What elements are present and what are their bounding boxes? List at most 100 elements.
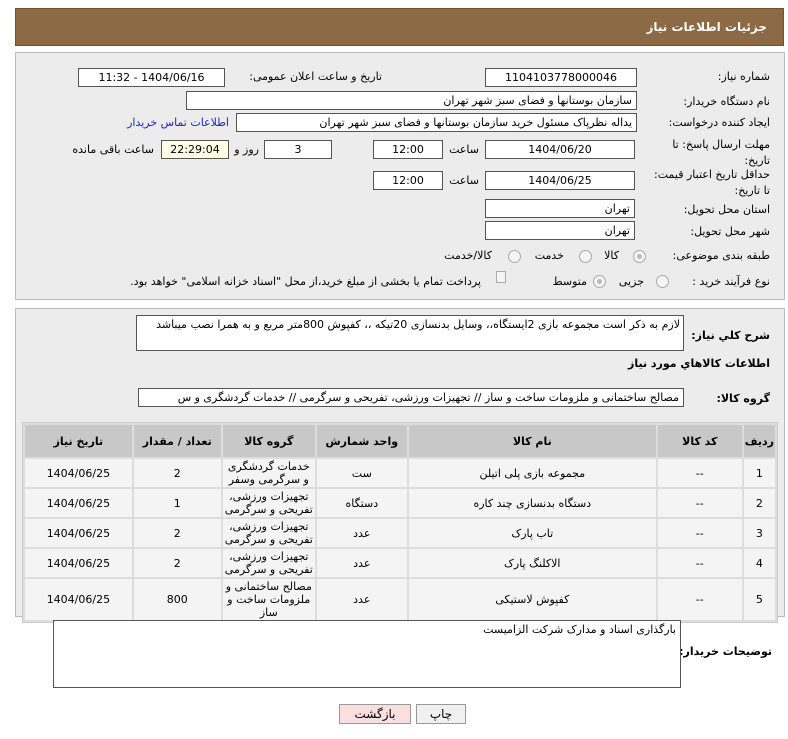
column-header: تاریخ نیاز (25, 425, 132, 457)
table-row: 5 -- کفپوش لاستیکی عدد مصالح ساختمانی و ملزو… (25, 579, 775, 620)
city-label: شهر محل تحویل: (690, 225, 770, 238)
column-header: کد کالا (657, 425, 742, 457)
table-cell: 1404/06/25 (25, 579, 132, 620)
announce-label: تاریخ و ساعت اعلان عمومی: (249, 70, 382, 83)
category-label: طبقه بندی موضوعی: (672, 249, 770, 262)
table-row: 1 -- مجموعه بازی پلی اتیلن ست خدمات گردشگری … (25, 459, 775, 487)
validity-time-label: ساعت (449, 174, 479, 187)
table-cell: تاب پارک (408, 519, 656, 547)
table-cell: مصالح ساختمانی و ملزومات ساخت و ساز (222, 579, 315, 620)
table-cell: 4 (743, 549, 775, 577)
page-header: جزئیات اطلاعات نیاز (15, 8, 784, 46)
table-cell: عدد (316, 519, 407, 547)
category-radio-service[interactable] (579, 250, 592, 263)
table-cell: مجموعه بازی پلی اتیلن (408, 459, 656, 487)
process-option-minor: جزیی (618, 275, 644, 288)
category-option-both: کالا/خدمت (444, 249, 492, 262)
table-row: 2 -- دستگاه بدنسازی چند کاره دستگاه تجهیزات … (25, 489, 775, 517)
goods-group-field: مصالح ساختمانی و ملزومات ساخت و ساز // ت… (138, 388, 684, 407)
need-number-field: 1104103778000046 (485, 68, 637, 87)
remaining-time-field: 22:29:04 (161, 140, 229, 159)
table-row: 4 -- الاکلنگ پارک عدد تجهیزات ورزشی، تفریحی … (25, 549, 775, 577)
table-cell: دستگاه بدنسازی چند کاره (408, 489, 656, 517)
creator-field: یداله نظرپاک مسئول خرید سازمان بوستانها … (236, 113, 637, 132)
table-cell: -- (657, 459, 742, 487)
category-radio-goods[interactable] (633, 250, 646, 263)
table-cell: 1 (743, 459, 775, 487)
table-cell: -- (657, 519, 742, 547)
validity-label: حداقل تاریخ اعتبار قیمت: تا تاریخ: (654, 168, 770, 197)
validity-date-field: 1404/06/25 (485, 171, 635, 190)
table-cell: تجهیزات ورزشی، تفریحی و سرگرمی (222, 519, 315, 547)
table-cell: ست (316, 459, 407, 487)
goods-section-title: اطلاعات کالاهاي مورد نیاز (628, 357, 770, 370)
need-info-panel: شماره نیاز: 1104103778000046 تاریخ و ساع… (15, 52, 785, 300)
table-cell: 1404/06/25 (25, 489, 132, 517)
table-cell: عدد (316, 579, 407, 620)
table-cell: 2 (133, 519, 221, 547)
table-cell: -- (657, 549, 742, 577)
category-radio-both[interactable] (508, 250, 521, 263)
deadline-time-label: ساعت (449, 143, 479, 156)
goods-table: ردیف کد کالا نام کالا واحد شمارش گروه کا… (22, 422, 778, 623)
process-option-medium: متوسط (552, 275, 587, 288)
table-cell: 800 (133, 579, 221, 620)
table-cell: خدمات گردشگری و سرگرمی وسفر (222, 459, 315, 487)
table-cell: -- (657, 489, 742, 517)
goods-panel: شرح کلي نیاز: لازم به ذکر است مجموعه باز… (15, 308, 785, 623)
page-title: جزئیات اطلاعات نیاز (646, 20, 767, 34)
need-number-label: شماره نیاز: (717, 70, 770, 83)
table-row: 3 -- تاب پارک عدد تجهیزات ورزشی، تفریحی و سر… (25, 519, 775, 547)
deadline-time-field: 12:00 (373, 140, 443, 159)
city-field: تهران (485, 221, 635, 240)
table-cell: 3 (743, 519, 775, 547)
table-cell: 5 (743, 579, 775, 620)
table-cell: 2 (133, 549, 221, 577)
buyer-notes-label: توضیحات خریدار: (679, 645, 772, 658)
table-cell: کفپوش لاستیکی (408, 579, 656, 620)
column-header: واحد شمارش (316, 425, 407, 457)
contact-buyer-link[interactable]: اطلاعات تماس خریدار (127, 116, 229, 129)
table-cell: 1404/06/25 (25, 459, 132, 487)
validity-time-field: 12:00 (373, 171, 443, 190)
days-label: روز و (234, 143, 259, 156)
province-field: تهران (485, 199, 635, 218)
buyer-field: سازمان بوستانها و فضای سبز شهر تهران (186, 91, 637, 110)
column-header: ردیف (743, 425, 775, 457)
deadline-date-field: 1404/06/20 (485, 140, 635, 159)
column-header: گروه کالا (222, 425, 315, 457)
buyer-notes-field[interactable]: بارگذاری اسناد و مدارک شرکت الزامیست (53, 620, 681, 688)
process-radio-medium[interactable] (593, 275, 606, 288)
print-button[interactable]: چاپ (416, 704, 466, 724)
creator-label: ایجاد کننده درخواست: (668, 116, 770, 129)
table-cell: 1404/06/25 (25, 519, 132, 547)
category-option-service: خدمت (534, 249, 564, 262)
table-cell: 1404/06/25 (25, 549, 132, 577)
payment-checkbox[interactable] (496, 271, 506, 283)
payment-note: پرداخت تمام یا بخشی از مبلغ خرید،از محل … (130, 275, 481, 288)
table-cell: دستگاه (316, 489, 407, 517)
table-cell: تجهیزات ورزشی، تفریحی و سرگرمی (222, 549, 315, 577)
buyer-label: نام دستگاه خریدار: (683, 95, 770, 108)
table-cell: -- (657, 579, 742, 620)
table-cell: الاکلنگ پارک (408, 549, 656, 577)
remaining-label: ساعت باقی مانده (72, 143, 154, 156)
table-cell: 2 (133, 459, 221, 487)
deadline-label: مهلت ارسال پاسخ: تا تاریخ: (672, 138, 770, 167)
description-textarea[interactable]: لازم به ذکر است مجموعه بازی 2ایستگاه،، و… (136, 315, 684, 351)
process-radio-minor[interactable] (656, 275, 669, 288)
table-cell: 2 (743, 489, 775, 517)
process-label: نوع فرآیند خرید : (692, 275, 770, 288)
table-cell: عدد (316, 549, 407, 577)
description-label: شرح کلي نیاز: (691, 329, 770, 342)
column-header: نام کالا (408, 425, 656, 457)
category-option-goods: کالا (604, 249, 619, 262)
days-field: 3 (264, 140, 332, 159)
table-cell: تجهیزات ورزشی، تفریحی و سرگرمی (222, 489, 315, 517)
column-header: تعداد / مقدار (133, 425, 221, 457)
province-label: استان محل تحویل: (683, 203, 770, 216)
back-button[interactable]: بازگشت (339, 704, 411, 724)
goods-group-label: گروه کالا: (716, 392, 770, 405)
table-cell: 1 (133, 489, 221, 517)
announce-field: 1404/06/16 - 11:32 (78, 68, 225, 87)
